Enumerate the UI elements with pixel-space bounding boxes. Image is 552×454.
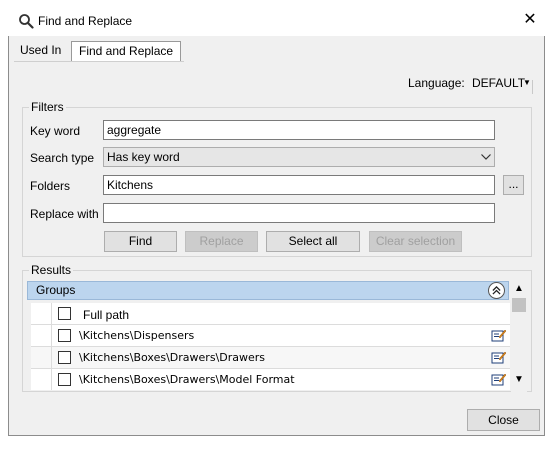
groups-header: Groups xyxy=(27,281,509,300)
clear-selection-button[interactable]: Clear selection xyxy=(369,231,462,252)
row-checkbox[interactable] xyxy=(58,351,71,364)
folders-input[interactable]: Kitchens xyxy=(103,175,495,195)
window-title: Find and Replace xyxy=(38,14,133,28)
scroll-up-icon[interactable]: ▲ xyxy=(511,283,527,294)
language-label: Language: xyxy=(408,76,465,90)
row-checkbox[interactable] xyxy=(58,373,71,386)
scrollbar-thumb[interactable] xyxy=(512,298,526,312)
language-separator xyxy=(532,80,533,94)
close-window-button[interactable]: ✕ xyxy=(518,8,542,32)
row-indicator-cell xyxy=(31,303,52,325)
groups-header-label: Groups xyxy=(36,283,76,297)
row-indicator-cell xyxy=(31,325,52,347)
magnifier-icon xyxy=(19,14,34,29)
search-type-value: Has key word xyxy=(107,150,180,164)
key-word-label: Key word xyxy=(30,124,81,138)
row-path: \Kitchens\Dispensers xyxy=(79,329,195,342)
folders-label: Folders xyxy=(30,179,71,193)
row-path: \Kitchens\Boxes\Drawers\Model Format xyxy=(79,373,295,386)
select-all-checkbox[interactable] xyxy=(58,307,71,320)
edit-icon[interactable] xyxy=(491,328,506,342)
edit-icon[interactable] xyxy=(491,372,506,386)
language-dropdown[interactable]: DEFAULT xyxy=(472,76,525,90)
chevron-down-icon[interactable] xyxy=(481,154,491,160)
caret-down-icon[interactable]: ▼ xyxy=(523,78,531,87)
tab-divider xyxy=(14,61,184,62)
find-button[interactable]: Find xyxy=(104,231,177,252)
row-path: \Kitchens\Boxes\Drawers\Drawers xyxy=(79,351,266,364)
key-word-input[interactable]: aggregate xyxy=(103,120,495,140)
browse-folders-button[interactable]: ... xyxy=(503,175,524,195)
column-header-row: Full path xyxy=(31,303,510,325)
search-type-select[interactable]: Has key word xyxy=(103,147,495,167)
table-row[interactable]: \Kitchens\Dispensers xyxy=(31,325,510,347)
replace-with-input[interactable] xyxy=(103,203,495,223)
table-row[interactable]: \Kitchens\Boxes\Drawers\Model Format xyxy=(31,369,510,390)
scroll-down-icon[interactable]: ▼ xyxy=(511,374,527,385)
double-chevron-up-icon xyxy=(492,286,501,295)
search-type-label: Search type xyxy=(30,151,95,165)
tab-find-and-replace[interactable]: Find and Replace xyxy=(71,41,182,61)
edit-icon[interactable] xyxy=(491,350,506,364)
row-checkbox[interactable] xyxy=(58,329,71,342)
replace-button[interactable]: Replace xyxy=(185,231,258,252)
results-group-label: Results xyxy=(29,263,74,277)
table-row[interactable]: \Kitchens\Boxes\Drawers\Drawers xyxy=(31,347,510,369)
select-all-button[interactable]: Select all xyxy=(266,231,360,252)
tab-used-in[interactable]: Used In xyxy=(14,41,67,61)
collapse-groups-button[interactable] xyxy=(488,282,505,299)
filters-group-label: Filters xyxy=(29,100,66,114)
replace-with-label: Replace with xyxy=(30,207,99,221)
close-button[interactable]: Close xyxy=(467,409,540,431)
row-indicator-cell xyxy=(31,347,52,369)
full-path-column-header: Full path xyxy=(83,308,130,322)
row-indicator-cell xyxy=(31,369,52,390)
